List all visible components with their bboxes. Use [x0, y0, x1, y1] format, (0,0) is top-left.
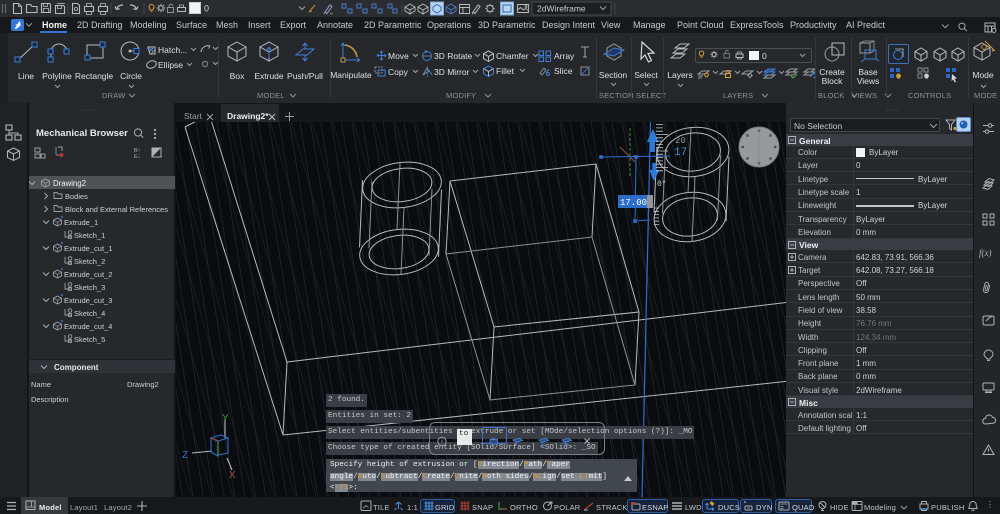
svg-text:17.00: 17.00 — [620, 198, 647, 208]
svg-text:0: 0 — [204, 4, 209, 14]
svg-text:E↓: E↓ — [134, 154, 141, 160]
svg-text:X: X — [229, 470, 236, 481]
svg-text:17: 17 — [674, 147, 687, 159]
svg-text:0°: 0° — [657, 180, 667, 189]
svg-text:Z: Z — [182, 450, 188, 461]
svg-text:20: 20 — [675, 136, 686, 146]
svg-text:Y: Y — [222, 413, 229, 424]
svg-text:2dWireframe: 2dWireframe — [537, 4, 586, 14]
